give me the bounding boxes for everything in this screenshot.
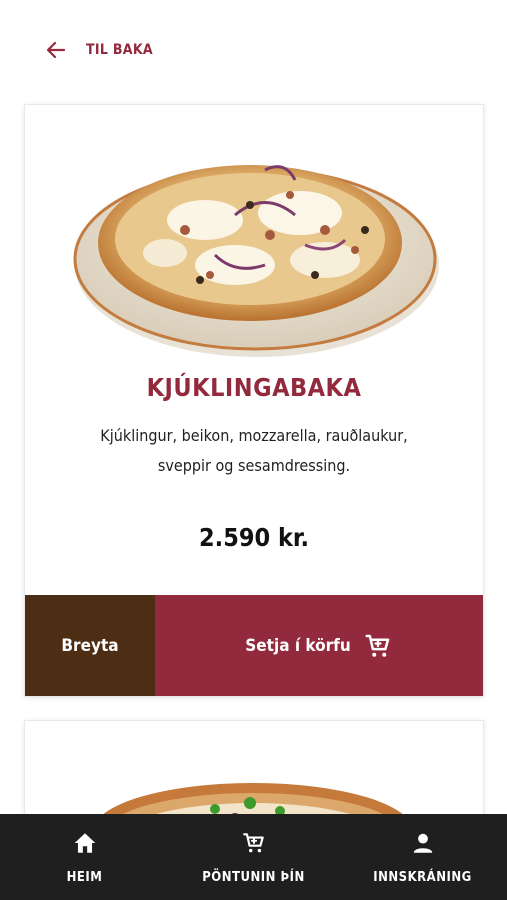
product-description-line-2: sveppir og sesamdressing. [157, 456, 351, 475]
back-label: TIL BAKA [86, 42, 153, 58]
nav-order[interactable]: PÖNTUNIN ÞÍN [169, 814, 338, 900]
user-icon [413, 833, 432, 853]
home-icon [74, 832, 95, 853]
product-actions: Breyta Setja í körfu [25, 595, 483, 696]
product-description-line-1: Kjúklingur, beikon, mozzarella, rauðlauk… [100, 426, 408, 445]
bottom-nav: HEIM PÖNTUNIN ÞÍN INNSKRÁNING [0, 814, 507, 900]
edit-button[interactable]: Breyta [25, 595, 155, 696]
cart-icon [242, 832, 264, 852]
nav-home[interactable]: HEIM [0, 814, 169, 900]
edit-button-label: Breyta [61, 635, 119, 656]
product-description: Kjúklingur, beikon, mozzarella, rauðlauk… [65, 421, 443, 481]
nav-order-label: PÖNTUNIN ÞÍN [202, 869, 305, 885]
product-price: 2.590 kr. [199, 523, 309, 552]
cart-icon [365, 634, 389, 657]
product-card: KJÚKLINGABAKA Kjúklingur, beikon, mozzar… [24, 104, 484, 697]
back-button[interactable]: TIL BAKA [44, 38, 153, 62]
nav-login-label: INNSKRÁNING [373, 869, 472, 885]
pizza-image [65, 135, 445, 365]
add-to-cart-label: Setja í körfu [245, 635, 351, 656]
product-title: KJÚKLINGABAKA [146, 373, 362, 402]
nav-home-label: HEIM [66, 869, 103, 885]
nav-login[interactable]: INNSKRÁNING [338, 814, 507, 900]
arrow-left-icon [46, 41, 66, 59]
add-to-cart-button[interactable]: Setja í körfu [155, 595, 483, 696]
